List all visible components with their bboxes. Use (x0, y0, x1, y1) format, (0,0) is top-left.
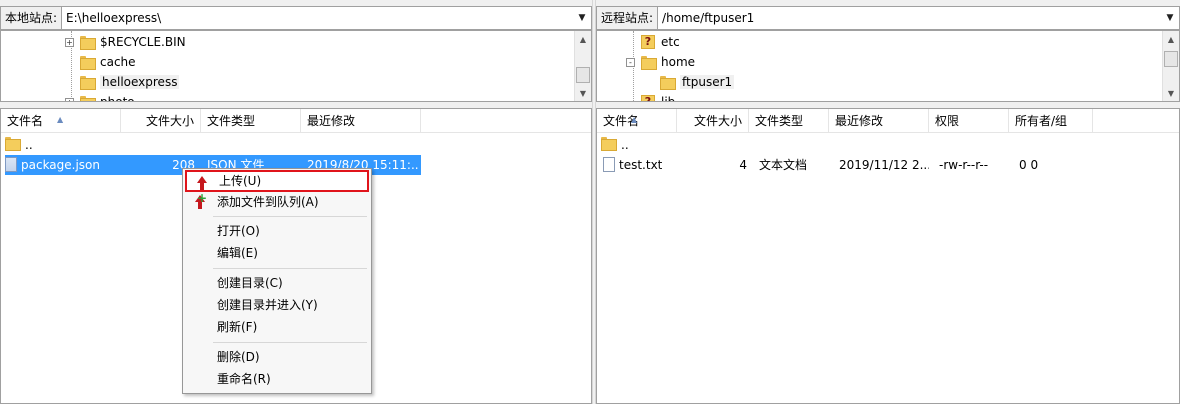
column-header-owner[interactable]: 所有者/组 (1009, 109, 1093, 133)
tree-item-label: lib (661, 95, 676, 102)
tree-item-recycle-bin[interactable]: + $RECYCLE.BIN (65, 32, 186, 52)
tree-item-lib[interactable]: ? lib (641, 92, 676, 102)
chevron-down-icon[interactable]: ▼ (1163, 10, 1177, 26)
remote-site-path-combo[interactable]: /home/ftpuser1 ▼ (657, 6, 1180, 30)
upload-icon (193, 175, 209, 191)
file-name: .. (25, 138, 33, 152)
folder-icon (660, 76, 676, 90)
menu-item-edit[interactable]: 编辑(E) (185, 242, 369, 264)
remote-file-list[interactable]: 文件名 ▲ 文件大小 文件类型 最近修改 权限 所有者/组 .. test.tx… (596, 108, 1180, 404)
file-owner: 0 0 (1019, 158, 1039, 172)
tree-item-label: ftpuser1 (680, 75, 735, 89)
remote-site-label: 远程站点: (596, 6, 658, 30)
json-file-icon (5, 157, 17, 172)
local-site-path-combo[interactable]: E:\helloexpress\ ▼ (61, 6, 592, 30)
tree-item-home[interactable]: - home (626, 52, 695, 72)
table-row[interactable]: test.txt 4 文本文档 2019/11/12 2... -rw-r--r… (597, 155, 1179, 175)
folder-icon (5, 137, 21, 151)
column-header-type[interactable]: 文件类型 (201, 109, 301, 133)
tree-item-label: home (661, 55, 696, 69)
remote-pane: 远程站点: /home/ftpuser1 ▼ ? etc - home ftpu… (596, 0, 1180, 404)
menu-item-rename[interactable]: 重命名(R) (185, 368, 369, 390)
menu-item-refresh[interactable]: 刷新(F) (185, 316, 369, 338)
column-header-type[interactable]: 文件类型 (749, 109, 829, 133)
column-header-modified[interactable]: 最近修改 (829, 109, 929, 133)
folder-icon (80, 36, 96, 50)
folder-icon (80, 76, 96, 90)
menu-item-create-directory[interactable]: 创建目录(C) (185, 272, 369, 294)
add-to-queue-icon: + (191, 192, 207, 210)
menu-item-add-to-queue[interactable]: + 添加文件到队列(A) (185, 191, 369, 213)
tree-item-label: etc (661, 35, 680, 49)
table-row[interactable]: .. (597, 135, 1179, 155)
local-directory-tree[interactable]: + $RECYCLE.BIN cache helloexpress + phot… (0, 30, 592, 102)
tree-item-label: cache (100, 55, 136, 69)
unknown-folder-icon: ? (641, 95, 655, 101)
file-size: 4 (739, 158, 747, 172)
column-header-size[interactable]: 文件大小 (121, 109, 201, 133)
scroll-down-icon[interactable]: ▼ (575, 85, 591, 101)
remote-site-bar: 远程站点: /home/ftpuser1 ▼ (596, 6, 1180, 30)
chevron-down-icon[interactable]: ▼ (575, 10, 589, 26)
file-name: .. (621, 138, 629, 152)
scroll-down-icon[interactable]: ▼ (1163, 85, 1179, 101)
scroll-thumb[interactable] (576, 67, 590, 83)
menu-item-upload[interactable]: 上传(U) (185, 170, 369, 192)
tree-scrollbar[interactable]: ▲ ▼ (574, 31, 591, 101)
scroll-thumb[interactable] (1164, 51, 1178, 67)
context-menu: 上传(U) + 添加文件到队列(A) 打开(O) 编辑(E) 创建目录(C) 创… (182, 168, 372, 394)
local-pane: 本地站点: E:\helloexpress\ ▼ + $RECYCLE.BIN … (0, 0, 592, 404)
local-list-header: 文件名 ▲ 文件大小 文件类型 最近修改 (1, 109, 591, 133)
tree-item-photo[interactable]: + photo (65, 92, 135, 102)
scroll-up-icon[interactable]: ▲ (575, 31, 591, 47)
sort-arrow-icon: ▲ (631, 115, 638, 124)
remote-list-header: 文件名 ▲ 文件大小 文件类型 最近修改 权限 所有者/组 (597, 109, 1179, 133)
table-row[interactable]: .. (1, 135, 591, 155)
file-name: test.txt (619, 158, 663, 172)
expand-icon[interactable]: + (65, 37, 74, 47)
tree-scrollbar[interactable]: ▲ ▼ (1162, 31, 1179, 101)
sort-arrow-icon: ▲ (57, 115, 64, 124)
column-header-permissions[interactable]: 权限 (929, 109, 1009, 133)
local-site-path: E:\helloexpress\ (66, 11, 162, 25)
tree-item-label: helloexpress (100, 75, 180, 89)
file-permissions: -rw-r--r-- (939, 158, 989, 172)
remote-site-path: /home/ftpuser1 (662, 11, 755, 25)
menu-item-open[interactable]: 打开(O) (185, 220, 369, 242)
tree-item-cache[interactable]: cache (80, 52, 136, 72)
tree-item-label: $RECYCLE.BIN (100, 35, 186, 49)
text-file-icon (603, 157, 615, 172)
ftp-client-window: 本地站点: E:\helloexpress\ ▼ + $RECYCLE.BIN … (0, 0, 1180, 404)
tree-item-etc[interactable]: ? etc (641, 32, 680, 52)
menu-item-create-directory-enter[interactable]: 创建目录并进入(Y) (185, 294, 369, 316)
file-name: package.json (21, 158, 101, 172)
tree-item-helloexpress[interactable]: helloexpress (80, 72, 180, 92)
local-site-bar: 本地站点: E:\helloexpress\ ▼ (0, 6, 592, 30)
folder-icon (80, 56, 96, 70)
file-modified: 2019/11/12 2... (839, 158, 929, 172)
tree-item-label: photo (100, 95, 135, 102)
collapse-icon[interactable]: - (626, 57, 635, 67)
column-header-size[interactable]: 文件大小 (677, 109, 749, 133)
unknown-folder-icon: ? (641, 35, 655, 49)
column-header-name[interactable]: 文件名 ▲ (1, 109, 121, 133)
folder-icon (601, 137, 617, 151)
folder-icon (641, 56, 657, 70)
column-header-name[interactable]: 文件名 ▲ (597, 109, 677, 133)
scroll-up-icon[interactable]: ▲ (1163, 31, 1179, 47)
local-site-label: 本地站点: (0, 6, 62, 30)
menu-item-delete[interactable]: 删除(D) (185, 346, 369, 368)
column-header-modified[interactable]: 最近修改 (301, 109, 421, 133)
remote-directory-tree[interactable]: ? etc - home ftpuser1 ? lib ▲ ▼ (596, 30, 1180, 102)
tree-item-ftpuser1[interactable]: ftpuser1 (660, 72, 735, 92)
file-type: 文本文档 (759, 158, 808, 172)
